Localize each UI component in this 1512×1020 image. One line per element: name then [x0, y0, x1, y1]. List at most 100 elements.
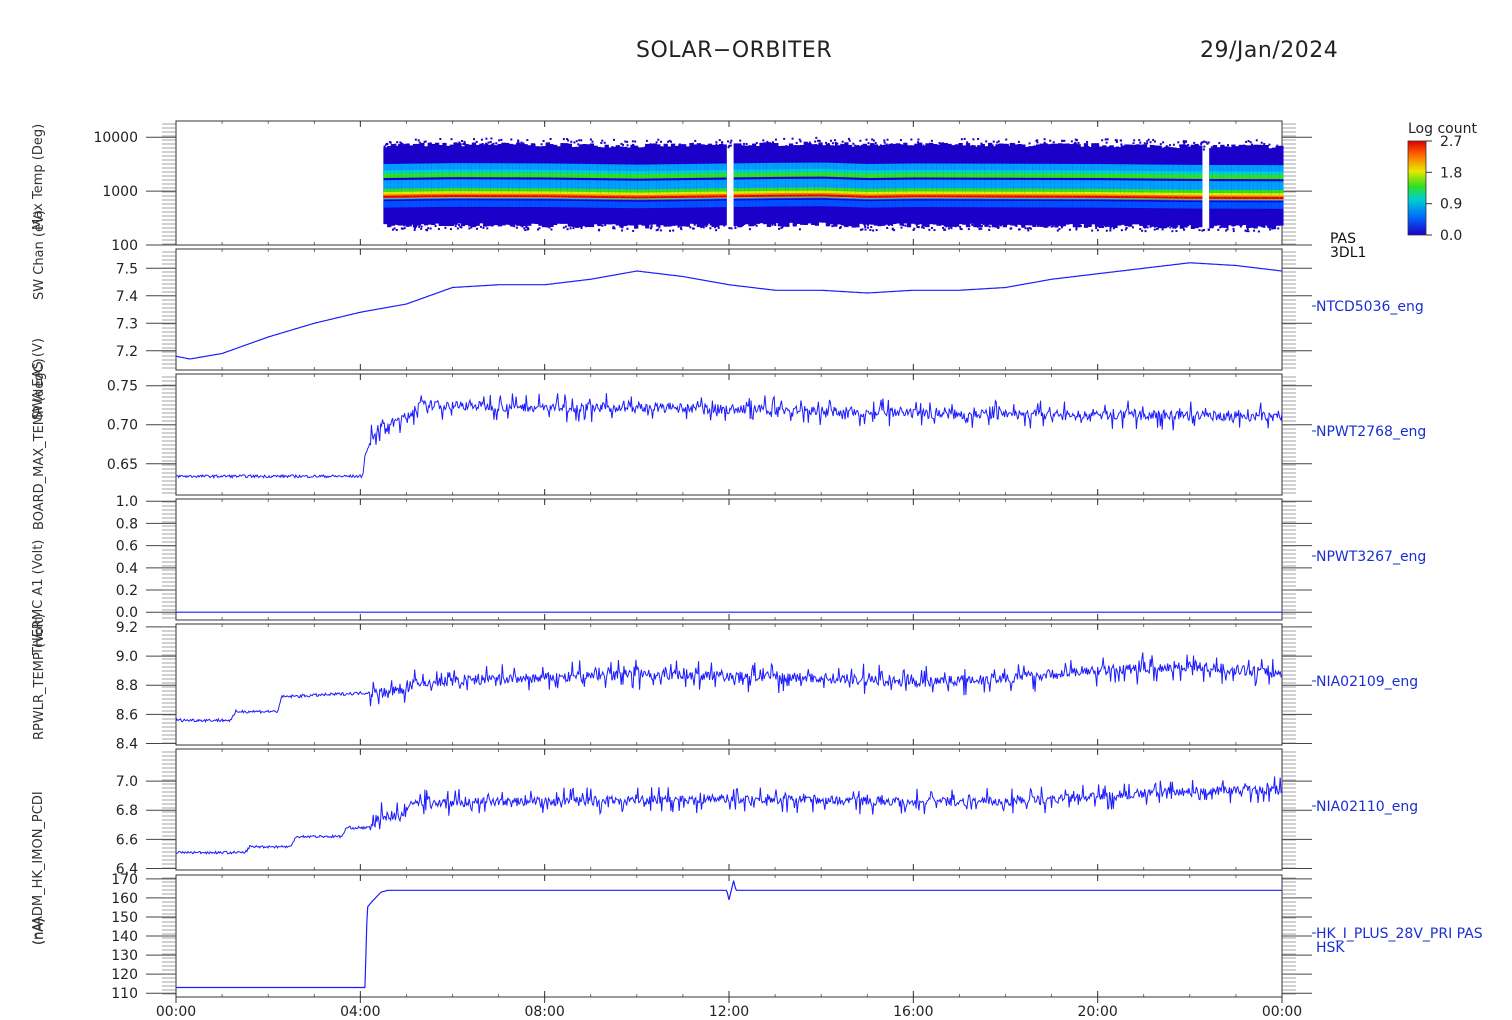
spectrogram-speckle [906, 146, 909, 149]
spectrogram-cell [877, 195, 882, 198]
spectrogram-speckle [853, 223, 856, 226]
spectrogram-speckle [414, 226, 417, 229]
spectrogram-speckle [517, 140, 520, 143]
series-name-label: HSK [1316, 940, 1345, 956]
spectrogram-cell [493, 200, 499, 207]
spectrogram-cell [748, 195, 753, 198]
spectrogram-speckle [621, 229, 624, 232]
spectrogram-cell [980, 200, 985, 208]
spectrogram-speckle [785, 145, 788, 148]
spectrogram-speckle [856, 147, 859, 150]
spectrogram-speckle [1060, 226, 1063, 229]
spectrogram-speckle [634, 226, 637, 229]
spectrogram-cell [1046, 173, 1052, 178]
spectrogram-speckle [1219, 226, 1222, 229]
spectrogram-cell [1153, 201, 1159, 209]
spectrogram-speckle [728, 227, 731, 230]
spectrogram-cell [578, 195, 584, 198]
spectrogram-speckle [512, 224, 515, 227]
spectrogram-cell [707, 200, 713, 208]
spectrogram-speckle [1006, 143, 1009, 146]
spectrogram-cell [1050, 201, 1055, 208]
spectrogram-cell [405, 173, 410, 178]
spectrogram-speckle [407, 145, 410, 148]
spectrogram-cell [1124, 173, 1129, 179]
spectrogram-cell [803, 194, 808, 197]
spectrogram-speckle [1260, 141, 1263, 144]
spectrogram-cell [423, 200, 429, 208]
spectrogram-speckle [480, 138, 483, 141]
spectrogram-speckle [902, 224, 905, 227]
spectrogram-speckle [1108, 145, 1111, 148]
spectrogram-cell [766, 172, 772, 177]
y-tick-label: 7.3 [116, 316, 138, 332]
spectrogram-speckle [879, 144, 882, 147]
spectrogram-speckle [649, 227, 652, 230]
spectrogram-speckle [985, 140, 988, 143]
spectrogram-cell [637, 201, 643, 209]
spectrogram-cell [586, 201, 591, 208]
spectrogram-cell [1249, 202, 1255, 209]
spectrogram-speckle [1276, 144, 1279, 147]
spectrogram-cell [530, 195, 536, 198]
spectrogram-speckle [913, 227, 916, 230]
spectrogram-speckle [883, 139, 886, 142]
spectrogram-speckle [455, 145, 458, 148]
spectrogram-speckle [582, 147, 585, 150]
spectrogram-speckle [727, 140, 730, 143]
spectrogram-speckle [473, 145, 476, 148]
spectrogram-speckle [1038, 224, 1041, 227]
spectrogram-speckle [755, 142, 758, 145]
spectrogram-speckle [966, 141, 969, 144]
spectrogram-speckle [947, 227, 950, 230]
spectrogram-speckle [669, 229, 672, 232]
spectrogram-speckle [403, 227, 406, 230]
spectrogram-cell [851, 173, 856, 178]
spectrogram-speckle [1143, 226, 1146, 229]
spectrogram-cell [785, 172, 790, 177]
panel-4: 1.0 0.8 0.6 0.4 0.2 0.0 NPWT3267_eng [116, 494, 1427, 621]
spectrogram-cell [954, 195, 960, 198]
spectrogram-speckle [709, 227, 712, 230]
spectrogram-cell [829, 194, 834, 197]
spectrogram-cell [1249, 174, 1255, 180]
spectrogram-cell [906, 173, 912, 178]
spectrogram-speckle [753, 146, 756, 149]
spectrogram-cell [1083, 173, 1089, 178]
spectrogram-cell [608, 196, 613, 199]
spectrogram-cell [1091, 195, 1096, 198]
spectrogram-cell [1209, 196, 1214, 199]
spectrogram-cell [1157, 201, 1162, 209]
spectrogram-cell [416, 195, 421, 198]
spectrogram-speckle [1005, 138, 1008, 141]
spectrogram-cell [1179, 201, 1184, 209]
spectrogram-cell [449, 200, 455, 207]
spectrogram-cell [899, 200, 904, 208]
spectrogram-speckle [634, 140, 637, 143]
spectrogram-cell [932, 200, 937, 208]
spectrogram-cell [940, 195, 945, 198]
spectrogram-cell [785, 199, 790, 207]
multi-panel-timeseries-plot: 100001000100 PAS3DL17.57.47.37.2NTCD5036_… [31, 120, 1483, 1020]
spectrogram-cell [438, 200, 443, 207]
spectrogram-speckle [418, 225, 421, 228]
spectrogram-cell [903, 195, 908, 198]
spectrogram-cell [497, 200, 502, 207]
spectrogram-speckle [430, 146, 433, 149]
spectrogram-speckle [799, 140, 802, 143]
spectrogram-cell [453, 200, 458, 207]
spectrogram-cell [552, 200, 558, 208]
spectrogram-speckle [1146, 142, 1149, 145]
y-tick-label: 120 [111, 967, 138, 983]
spectrogram-speckle [917, 145, 920, 148]
spectrogram-cell [958, 173, 963, 178]
spectrogram-cell [1050, 173, 1055, 178]
spectrogram-cell [1083, 201, 1089, 208]
spectrogram-cell [1087, 173, 1092, 178]
spectrogram-speckle [487, 146, 490, 149]
spectrogram-speckle [1242, 146, 1245, 149]
spectrogram-speckle [970, 145, 973, 148]
spectrogram-cell [398, 200, 403, 208]
spectrogram-cell [870, 173, 875, 178]
spectrogram-speckle [1149, 141, 1152, 144]
